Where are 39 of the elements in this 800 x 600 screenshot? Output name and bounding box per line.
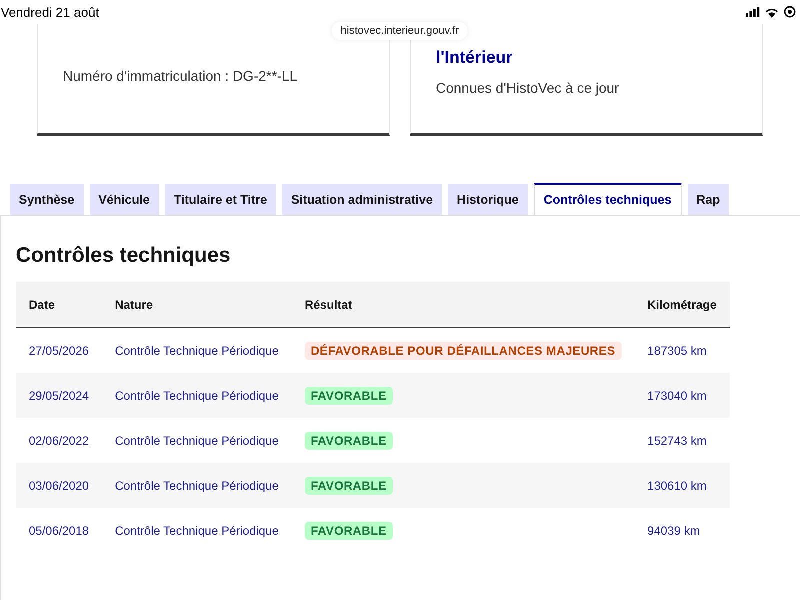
date-cell: 27/05/2026	[16, 328, 102, 373]
section-title: Contrôles techniques	[16, 244, 232, 268]
nature-cell: Contrôle Technique Périodique	[102, 328, 292, 373]
result-badge: FAVORABLE	[304, 476, 393, 494]
date-cell: 02/06/2022	[16, 418, 102, 463]
column-header: Résultat	[292, 282, 635, 328]
signal-icon	[746, 7, 760, 17]
card-title: l'Intérieur	[436, 48, 514, 68]
tab[interactable]: Rap	[688, 184, 730, 215]
mileage-cell: 173040 km	[634, 373, 730, 418]
result-badge: DÉFAVORABLE POUR DÉFAILLANCES MAJEURES	[304, 342, 622, 360]
card-text: Connues d'HistoVec à ce jour	[436, 80, 620, 96]
mileage-cell: 130610 km	[634, 463, 730, 508]
nature-cell: Contrôle Technique Périodique	[102, 373, 292, 418]
tab[interactable]: Historique	[448, 184, 528, 215]
tab[interactable]: Contrôles techniques	[534, 183, 682, 215]
mileage-cell: 152743 km	[634, 418, 730, 463]
nature-cell: Contrôle Technique Périodique	[102, 418, 292, 463]
column-header: Date	[16, 282, 102, 328]
tab[interactable]: Synthèse	[10, 184, 84, 215]
address-bar[interactable]: histovec.interieur.gouv.fr	[332, 22, 468, 40]
date-cell: 03/06/2020	[16, 463, 102, 508]
date-cell: 05/06/2018	[16, 508, 102, 553]
status-date: Vendredi 21 août	[1, 4, 100, 20]
nature-cell: Contrôle Technique Périodique	[102, 508, 292, 553]
result-badge: FAVORABLE	[304, 386, 393, 404]
wifi-icon	[765, 6, 779, 18]
nature-cell: Contrôle Technique Périodique	[102, 463, 292, 508]
tab[interactable]: Situation administrative	[282, 184, 442, 215]
card-text: Numéro d'immatriculation : DG-2**-LL	[63, 68, 299, 84]
result-badge: FAVORABLE	[304, 522, 393, 540]
mileage-cell: 94039 km	[634, 508, 730, 553]
column-header: Kilométrage	[634, 282, 730, 328]
column-header: Nature	[102, 282, 292, 328]
tab[interactable]: Titulaire et Titre	[165, 184, 276, 215]
mileage-cell: 187305 km	[634, 328, 730, 373]
date-cell: 29/05/2024	[16, 373, 102, 418]
tab[interactable]: Véhicule	[90, 184, 160, 215]
result-badge: FAVORABLE	[304, 432, 393, 450]
